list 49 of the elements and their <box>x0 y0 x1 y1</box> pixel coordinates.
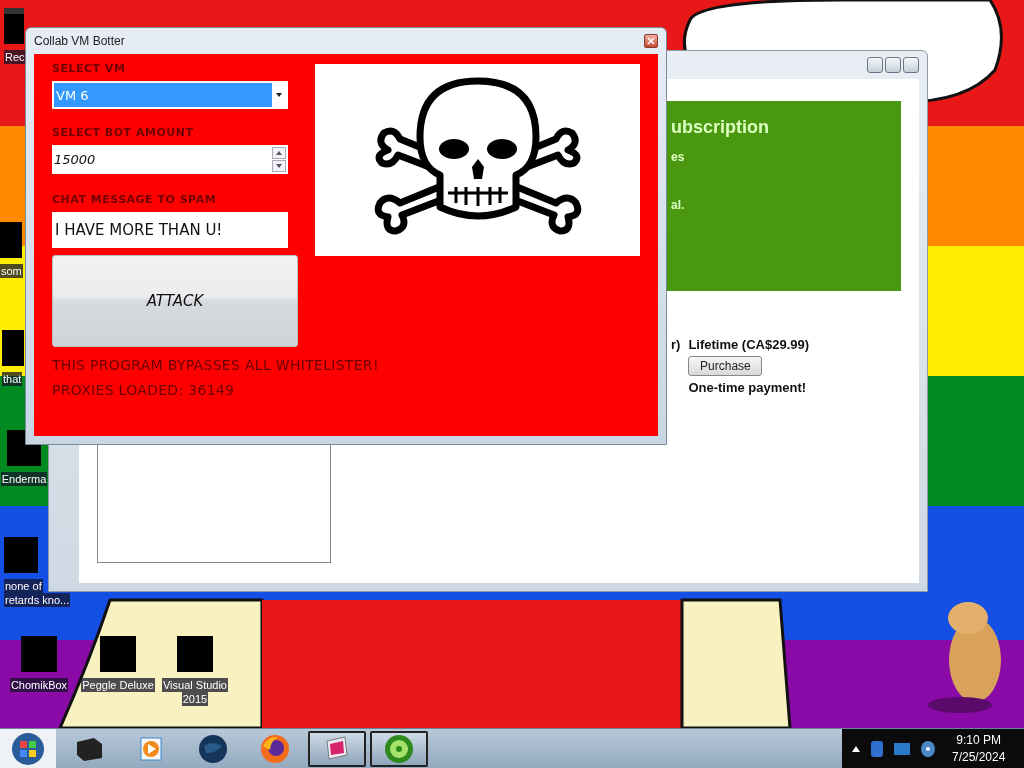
icon-label: Rec <box>4 50 26 64</box>
disc-icon[interactable] <box>920 740 936 758</box>
plan-title: Lifetime (CA$29.99) <box>688 337 810 352</box>
drive-icon[interactable] <box>870 740 884 758</box>
globe-icon <box>198 734 228 764</box>
purchase-button[interactable]: Purchase <box>688 356 763 376</box>
down-arrow-icon <box>276 164 282 168</box>
spin-down-button[interactable] <box>272 160 286 172</box>
field-label: CHAT MESSAGE TO SPAM <box>52 193 218 206</box>
close-button[interactable] <box>903 57 919 73</box>
icon-label: Peggle Deluxe <box>81 678 155 692</box>
minimize-button[interactable] <box>867 57 883 73</box>
clock-time: 9:10 PM <box>956 732 1002 749</box>
start-button[interactable] <box>0 729 56 768</box>
spin-up-button[interactable] <box>272 147 286 159</box>
icon-label: Visual Studio <box>162 678 228 692</box>
browser-icon <box>260 734 290 764</box>
taskbar-button[interactable] <box>370 731 428 767</box>
window-title: Collab VM Botter <box>34 34 125 48</box>
panel-heading: ubscription <box>671 117 770 138</box>
panel-text: al. <box>671 198 686 212</box>
plan-note: One-time payment! <box>688 380 807 395</box>
icon-label: Enderma <box>0 472 48 486</box>
field-label: SELECT BOT AMOUNT <box>52 126 195 139</box>
attack-button[interactable]: ATTACK <box>52 255 298 347</box>
icon-label: 2015 <box>181 692 209 706</box>
box-icon <box>74 736 104 762</box>
amount-field[interactable]: 15000 <box>52 145 288 174</box>
monitor-icon <box>323 735 351 763</box>
caret-icon[interactable] <box>852 746 860 752</box>
status-text: THIS PROGRAM BYPASSES ALL WHITELISTER! <box>52 357 380 373</box>
up-arrow-icon <box>276 151 282 155</box>
icon-label: none of <box>4 579 43 593</box>
play-icon <box>140 737 162 761</box>
field-label: SELECT VM <box>52 62 127 75</box>
plan-title: r) <box>671 337 681 354</box>
wheel-icon <box>384 734 414 764</box>
message-field[interactable]: I HAVE MORE THAN U! <box>52 212 288 248</box>
icon-label: som <box>0 264 23 278</box>
panel-text: es <box>671 150 686 164</box>
clock-date: 7/25/2024 <box>952 749 1006 766</box>
status-text: PROXIES LOADED: 36149 <box>52 382 236 398</box>
close-icon <box>647 37 655 45</box>
close-button[interactable] <box>644 34 658 48</box>
icon-label: that <box>2 372 23 386</box>
icon-label: retards kno... <box>4 593 71 607</box>
maximize-button[interactable] <box>885 57 901 73</box>
taskbar-button[interactable] <box>308 731 366 767</box>
icon-label: ChomikBox <box>9 678 69 692</box>
